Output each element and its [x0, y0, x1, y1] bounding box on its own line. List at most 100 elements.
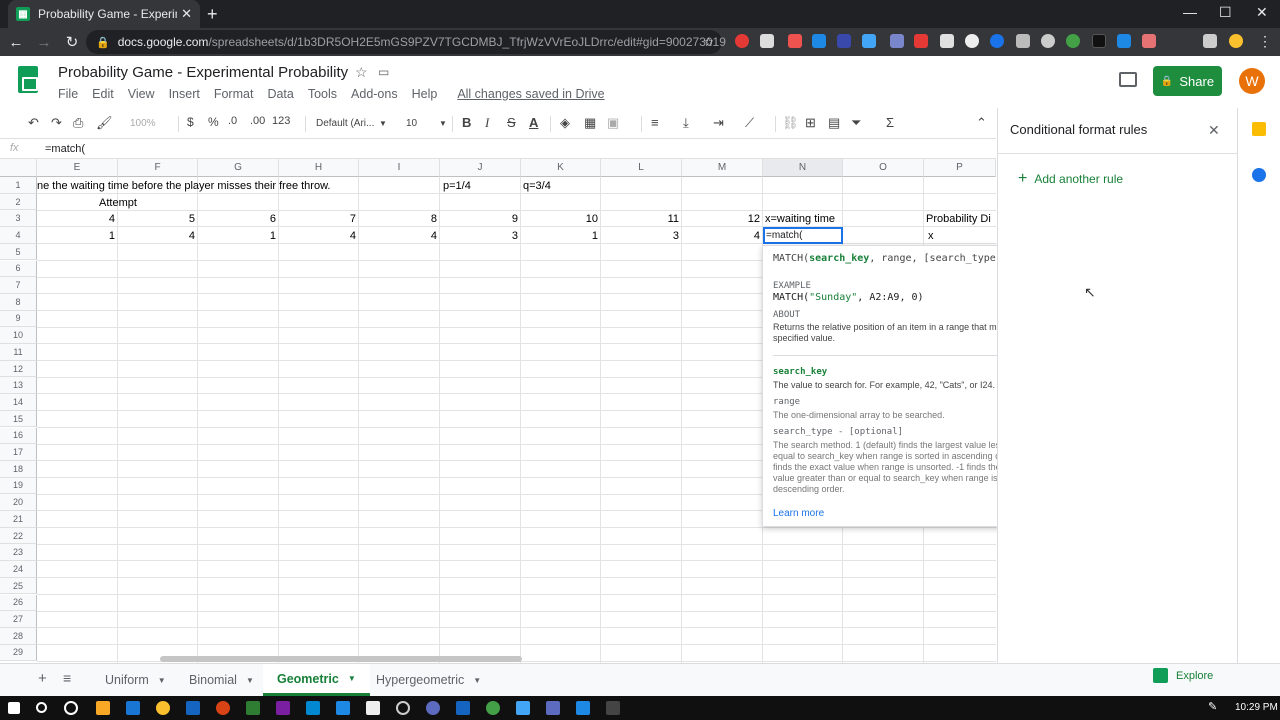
app-icon[interactable]	[426, 701, 440, 715]
row-header[interactable]: 18	[0, 460, 37, 478]
extension-icon[interactable]	[812, 34, 826, 48]
app-icon[interactable]	[396, 701, 410, 715]
insert-chart-icon[interactable]: ▤	[828, 115, 840, 131]
app-icon[interactable]	[606, 701, 620, 715]
cell-i3[interactable]: 8	[359, 211, 437, 227]
row-header[interactable]: 11	[0, 344, 37, 361]
cell-l4[interactable]: 3	[601, 228, 679, 244]
collapse-toolbar-icon[interactable]: ⌃	[976, 115, 987, 131]
row-header[interactable]: 7	[0, 277, 37, 294]
row-header[interactable]: 10	[0, 327, 37, 344]
powerpoint-icon[interactable]	[216, 701, 230, 715]
zoom-select[interactable]: 100%	[130, 118, 156, 129]
row-header[interactable]: 4	[0, 227, 37, 244]
url-input[interactable]: 🔒 docs.google.com/spreadsheets/d/1b3DR5O…	[86, 30, 726, 54]
row-header[interactable]: 2	[0, 193, 37, 211]
row-header[interactable]: 29	[0, 644, 37, 662]
column-header[interactable]: N	[763, 159, 843, 177]
row-header[interactable]: 3	[0, 210, 37, 228]
menu-tools[interactable]: Tools	[308, 87, 337, 101]
insert-link-icon[interactable]: ⛓	[782, 115, 799, 131]
sheets-logo-icon[interactable]	[18, 66, 38, 93]
row-header[interactable]: 24	[0, 561, 37, 578]
cell-g4[interactable]: 1	[198, 228, 276, 244]
font-size-select[interactable]: 10	[406, 118, 417, 129]
row-header[interactable]: 19	[0, 477, 37, 495]
row-header[interactable]: 15	[0, 410, 37, 428]
font-select[interactable]: Default (Ari...	[316, 118, 374, 129]
extension-icon[interactable]	[940, 34, 954, 48]
keep-icon[interactable]	[1252, 122, 1266, 136]
column-header[interactable]: H	[279, 159, 359, 177]
extension-icon[interactable]	[862, 34, 876, 48]
extension-icon[interactable]	[760, 34, 774, 48]
forward-icon[interactable]: →	[32, 34, 56, 51]
menu-file[interactable]: File	[58, 87, 78, 101]
row-header[interactable]: 21	[0, 511, 37, 528]
extension-icon[interactable]	[735, 34, 749, 48]
save-status-link[interactable]: All changes saved in Drive	[457, 87, 604, 101]
cell-l3[interactable]: 11	[601, 211, 679, 227]
reload-icon[interactable]: ↻	[60, 33, 84, 51]
cell-e1[interactable]: ne the waiting time before the player mi…	[37, 178, 437, 194]
bold-button[interactable]: B	[462, 115, 471, 130]
cell-h4[interactable]: 4	[278, 228, 356, 244]
cell-n3[interactable]: x=waiting time	[765, 211, 842, 227]
percent-button[interactable]: %	[208, 115, 219, 129]
outlook-icon[interactable]	[456, 701, 470, 715]
sheet-tab-hypergeometric[interactable]: Hypergeometric ▼	[362, 664, 495, 696]
extension-icon[interactable]	[990, 34, 1004, 48]
column-header[interactable]: K	[521, 159, 601, 177]
italic-button[interactable]: I	[485, 115, 489, 131]
cell-j4[interactable]: 3	[440, 228, 518, 244]
cell-k4[interactable]: 1	[520, 228, 598, 244]
column-header[interactable]: I	[359, 159, 440, 177]
formula-input[interactable]: =match(	[45, 143, 85, 155]
sheet-tab-binomial[interactable]: Binomial ▼	[175, 664, 268, 696]
cell-j3[interactable]: 9	[440, 211, 518, 227]
row-header[interactable]: 8	[0, 293, 37, 311]
extension-icon[interactable]	[1041, 34, 1055, 48]
menu-help[interactable]: Help	[412, 87, 438, 101]
windows-start-icon[interactable]	[8, 702, 20, 714]
file-explorer-icon[interactable]	[96, 701, 110, 715]
share-button[interactable]: 🔒 Share	[1153, 66, 1222, 96]
functions-icon[interactable]: Σ	[886, 115, 894, 130]
row-header[interactable]: 1	[0, 177, 37, 194]
row-header[interactable]: 9	[0, 310, 37, 328]
avatar[interactable]: W	[1239, 68, 1265, 94]
horizontal-align-icon[interactable]: ≡	[651, 115, 659, 130]
learn-more-link[interactable]: Learn more	[773, 508, 824, 519]
browser-tab[interactable]: ▦ Probability Game - Experimental ✕	[8, 0, 200, 28]
search-icon[interactable]	[36, 702, 47, 713]
row-header[interactable]: 23	[0, 544, 37, 562]
cell-k3[interactable]: 10	[520, 211, 598, 227]
column-header[interactable]: E	[37, 159, 118, 177]
app-icon[interactable]	[306, 701, 320, 715]
row-header[interactable]: 26	[0, 594, 37, 612]
number-format-select[interactable]: 123	[272, 115, 290, 127]
insert-comment-icon[interactable]: ⊞	[805, 115, 816, 131]
active-cell-editor[interactable]: =match(	[763, 227, 843, 244]
cell-k1[interactable]: q=3/4	[523, 178, 551, 194]
merge-cells-icon[interactable]: ▣	[607, 115, 619, 131]
new-tab-icon[interactable]: +	[207, 4, 218, 25]
column-header[interactable]: G	[198, 159, 279, 177]
move-folder-icon[interactable]: ▭	[378, 65, 389, 79]
column-header[interactable]: O	[843, 159, 924, 177]
borders-icon[interactable]: ▦	[584, 115, 596, 131]
extension-icon[interactable]	[837, 34, 851, 48]
extension-icon[interactable]	[788, 34, 802, 48]
cell-p4[interactable]: x	[928, 228, 934, 244]
increase-decimal-button[interactable]: .00	[250, 115, 265, 127]
browser-menu-icon[interactable]: ⋮	[1258, 33, 1272, 50]
cell-g3[interactable]: 6	[198, 211, 276, 227]
close-tab-icon[interactable]: ✕	[181, 6, 192, 22]
row-header[interactable]: 16	[0, 427, 37, 445]
cell-p3[interactable]: Probability Di	[926, 211, 992, 227]
select-all-corner[interactable]	[0, 159, 37, 177]
menu-view[interactable]: View	[128, 87, 155, 101]
extension-icon[interactable]	[1203, 34, 1217, 48]
app-icon[interactable]	[366, 701, 380, 715]
excel-icon[interactable]	[246, 701, 260, 715]
